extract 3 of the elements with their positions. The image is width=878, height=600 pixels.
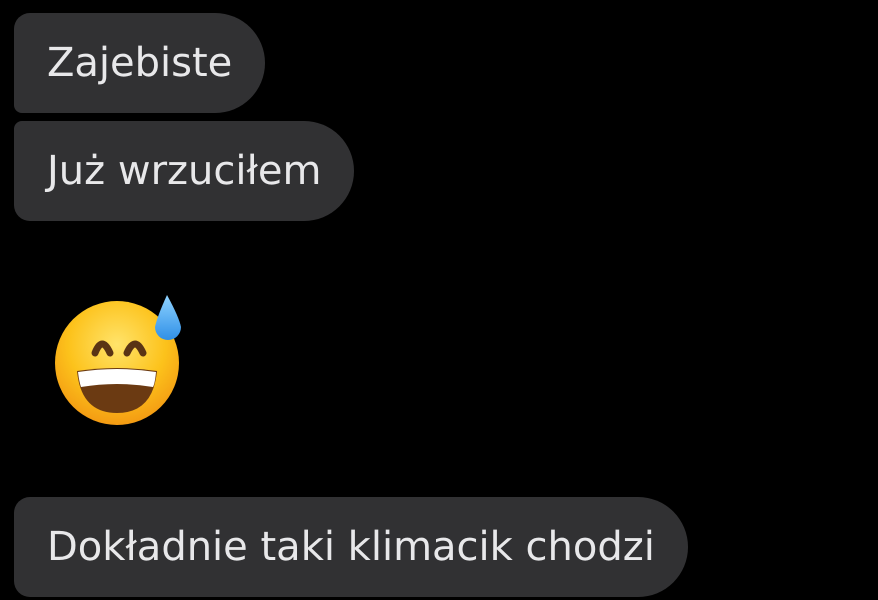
message-bubble: Dokładnie taki klimacik chodzi (14, 497, 688, 597)
message-bubble: Zajebiste (14, 13, 266, 113)
message-bubble: Już wrzuciłem (14, 121, 354, 221)
